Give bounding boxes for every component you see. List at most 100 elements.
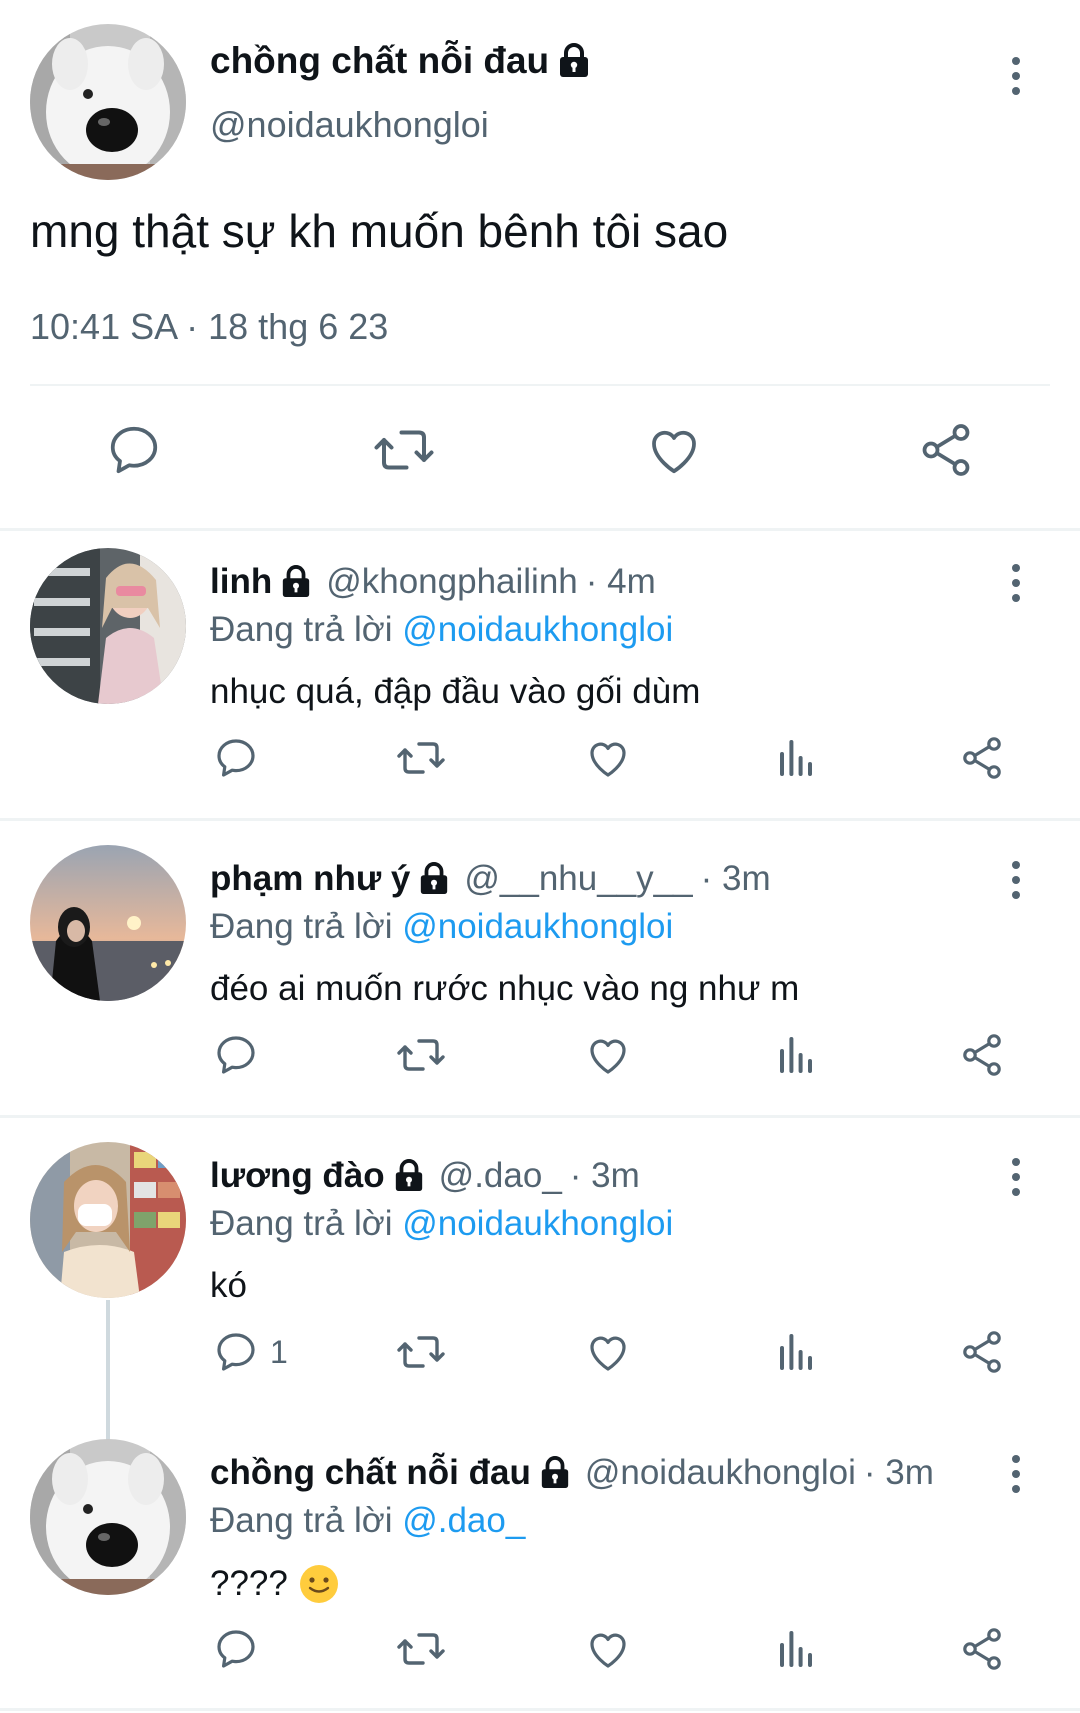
mention-link[interactable]: @.dao_ <box>402 1501 525 1540</box>
reply-button[interactable] <box>212 1625 270 1673</box>
share-icon <box>922 424 970 476</box>
author-name[interactable]: phạm như ý <box>210 859 410 899</box>
author-handle[interactable]: @__nhu__y__ <box>464 859 692 899</box>
retweet-icon <box>374 430 434 470</box>
like-button[interactable] <box>584 734 632 782</box>
slightly-smiling-face-icon <box>299 1565 338 1603</box>
divider <box>0 1708 1080 1711</box>
share-icon <box>963 1034 1001 1076</box>
like-button[interactable] <box>584 1031 632 1079</box>
reply-header: phạm như ý @__nhu__y__ · 3m <box>210 859 771 899</box>
tweet-timestamp[interactable]: 10:41 SA · 18 thg 6 23 <box>30 306 388 348</box>
author-handle[interactable]: @noidaukhongloi <box>585 1453 856 1493</box>
author-name[interactable]: lương đào <box>210 1156 385 1196</box>
lock-icon <box>395 1159 422 1192</box>
more-options-icon[interactable] <box>1001 1449 1031 1499</box>
replying-label: Đang trả lời <box>210 610 393 649</box>
more-options-icon[interactable] <box>1001 51 1031 101</box>
replying-to: Đang trả lời @.dao_ <box>210 1501 525 1541</box>
reply-time: · 4m <box>585 562 656 601</box>
author-handle[interactable]: @.dao_ <box>439 1156 562 1196</box>
like-icon <box>590 742 626 777</box>
replying-to: Đang trả lời @noidaukhongloi <box>210 610 673 650</box>
divider <box>0 1115 1080 1118</box>
analytics-icon <box>780 1334 812 1370</box>
reply-icon <box>217 1036 255 1074</box>
share-button[interactable] <box>916 420 976 480</box>
like-icon <box>590 1039 626 1074</box>
retweet-icon <box>397 1633 445 1665</box>
divider <box>0 818 1080 821</box>
author-name[interactable]: chồng chất nỗi đau <box>210 40 591 82</box>
mention-link[interactable]: @noidaukhongloi <box>402 610 673 649</box>
retweet-button[interactable] <box>394 1031 448 1079</box>
reply-text-content: kó <box>210 1266 247 1305</box>
retweet-button[interactable] <box>394 734 448 782</box>
lock-icon <box>560 43 589 77</box>
share-button[interactable] <box>958 734 1006 782</box>
reply-tweet[interactable]: phạm như ý @__nhu__y__ · 3m Đang trả lời… <box>0 845 1080 1115</box>
reply-text-content: đéo ai muốn rước nhục vào ng như m <box>210 969 800 1008</box>
reply-text-content: nhục quá, đập đầu vào gối dùm <box>210 672 701 711</box>
divider <box>30 384 1050 386</box>
reply-button[interactable] <box>212 1031 270 1079</box>
reply-icon <box>217 739 255 777</box>
divider <box>0 528 1080 531</box>
user-photo-icon <box>30 1142 186 1298</box>
retweet-button[interactable] <box>394 1625 448 1673</box>
like-button[interactable] <box>584 1328 632 1376</box>
analytics-icon <box>780 740 812 776</box>
like-icon <box>590 1633 626 1668</box>
like-icon <box>652 430 696 474</box>
avatar[interactable] <box>30 548 186 704</box>
replying-to: Đang trả lời @noidaukhongloi <box>210 1204 673 1244</box>
reply-actions: 1 <box>0 1328 1080 1388</box>
reply-tweet[interactable]: lương đào @.dao_ · 3m Đang trả lời @noid… <box>0 1142 1080 1427</box>
dog-avatar-icon <box>30 24 186 180</box>
replying-label: Đang trả lời <box>210 1501 393 1540</box>
reply-time: · 3m <box>863 1453 934 1492</box>
avatar[interactable] <box>30 24 186 180</box>
reply-actions <box>0 1031 1080 1091</box>
retweet-icon <box>397 1039 445 1071</box>
share-button[interactable] <box>958 1031 1006 1079</box>
author-handle[interactable]: @khongphailinh <box>326 562 578 602</box>
avatar[interactable] <box>30 1142 186 1298</box>
reply-tweet[interactable]: linh @khongphailinh · 4m Đang trả lời @n… <box>0 548 1080 818</box>
main-tweet: chồng chất nỗi đau @noidaukhongloi mng t… <box>0 0 1080 528</box>
more-options-icon[interactable] <box>1001 1152 1031 1202</box>
author-name[interactable]: chồng chất nỗi đau <box>210 1453 531 1493</box>
share-button[interactable] <box>958 1328 1006 1376</box>
like-button[interactable] <box>644 420 704 480</box>
reply-tweet[interactable]: chồng chất nỗi đau @noidaukhongloi · 3m … <box>0 1439 1080 1709</box>
views-button[interactable] <box>772 734 820 782</box>
retweet-button[interactable] <box>394 1328 448 1376</box>
author-name[interactable]: linh <box>210 562 272 602</box>
reply-button[interactable]: 1 <box>212 1328 288 1376</box>
user-photo-icon <box>30 845 186 1001</box>
views-button[interactable] <box>772 1031 820 1079</box>
reply-icon <box>217 1630 255 1668</box>
views-button[interactable] <box>772 1328 820 1376</box>
more-options-icon[interactable] <box>1001 558 1031 608</box>
retweet-button[interactable] <box>370 420 438 480</box>
lock-icon <box>421 862 448 895</box>
mention-link[interactable]: @noidaukhongloi <box>402 907 673 946</box>
share-icon <box>963 1628 1001 1670</box>
more-options-icon[interactable] <box>1001 855 1031 905</box>
like-button[interactable] <box>584 1625 632 1673</box>
reply-button[interactable] <box>212 734 270 782</box>
reply-button[interactable] <box>104 420 164 480</box>
avatar[interactable] <box>30 845 186 1001</box>
lock-icon <box>283 565 310 598</box>
avatar[interactable] <box>30 1439 186 1595</box>
reply-header: lương đào @.dao_ · 3m <box>210 1156 640 1196</box>
views-button[interactable] <box>772 1625 820 1673</box>
reply-actions <box>0 734 1080 794</box>
share-icon <box>963 737 1001 779</box>
replying-to: Đang trả lời @noidaukhongloi <box>210 907 673 947</box>
mention-link[interactable]: @noidaukhongloi <box>402 1204 673 1243</box>
share-button[interactable] <box>958 1625 1006 1673</box>
reply-actions <box>0 1625 1080 1685</box>
author-handle[interactable]: @noidaukhongloi <box>210 104 489 146</box>
